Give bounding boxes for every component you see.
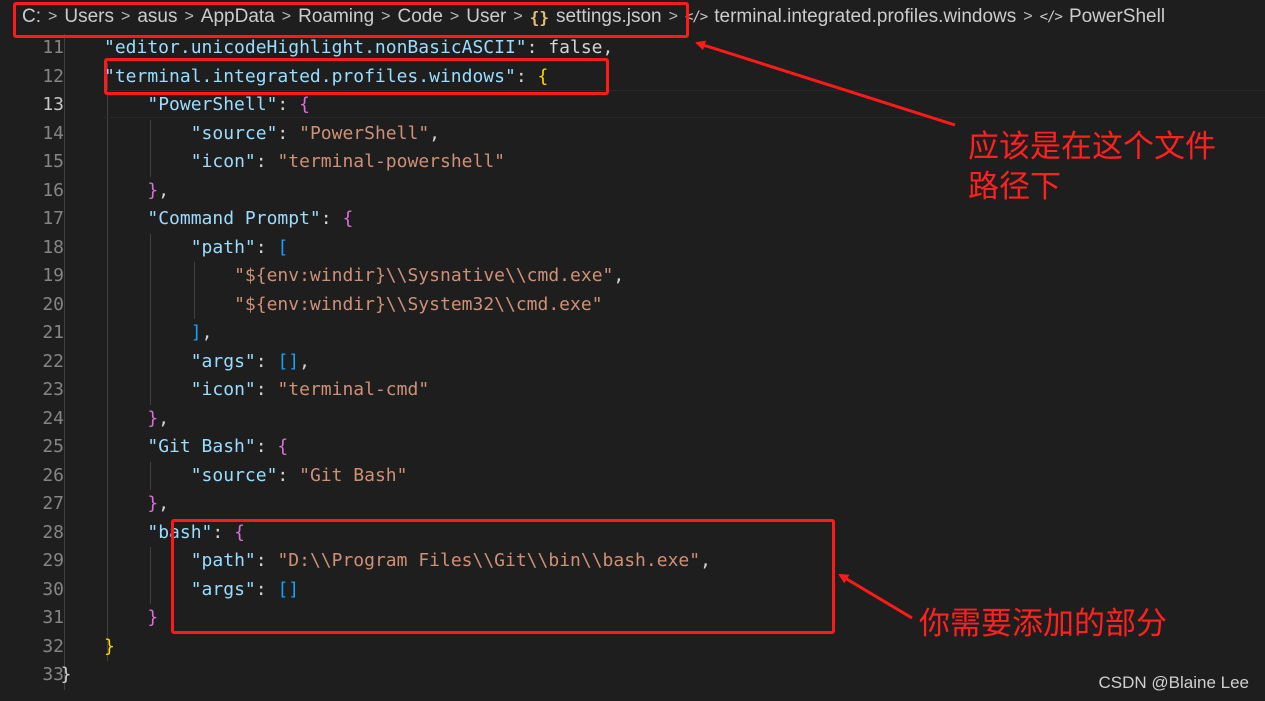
watermark: CSDN @Blaine Lee — [1098, 673, 1250, 692]
note-line: 路径下 — [968, 169, 1061, 205]
annotation-arrows — [695, 40, 956, 620]
note-line: 你需要添加的部分 — [919, 606, 1167, 642]
add-section-note: 你需要添加的部分 — [919, 604, 1167, 644]
note-line: 应该是在这个文件 — [968, 129, 1216, 165]
file-path-note: 应该是在这个文件 路径下 — [968, 127, 1216, 207]
